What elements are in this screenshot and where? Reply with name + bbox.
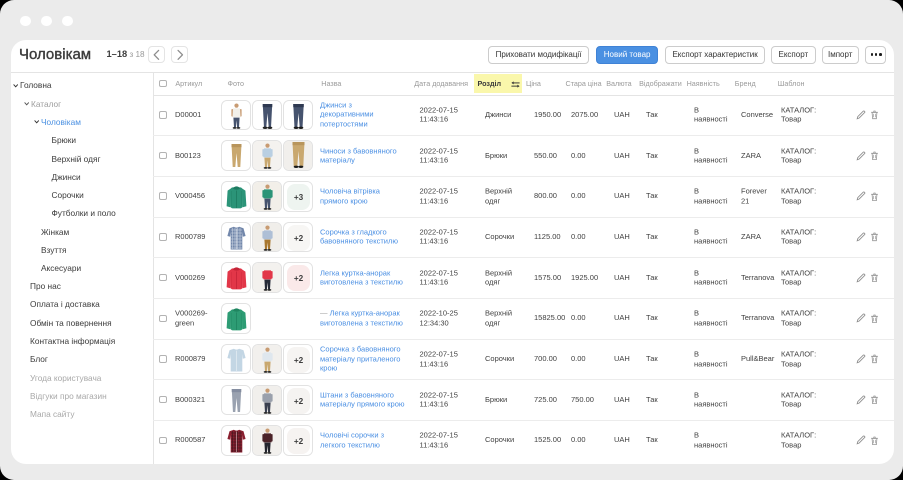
svg-text:+2: +2 <box>294 397 304 406</box>
svg-text:+2: +2 <box>294 437 304 446</box>
svg-text:+2: +2 <box>294 275 304 284</box>
svg-text:+3: +3 <box>294 193 304 202</box>
svg-text:+2: +2 <box>294 356 304 365</box>
svg-text:+2: +2 <box>294 234 304 243</box>
